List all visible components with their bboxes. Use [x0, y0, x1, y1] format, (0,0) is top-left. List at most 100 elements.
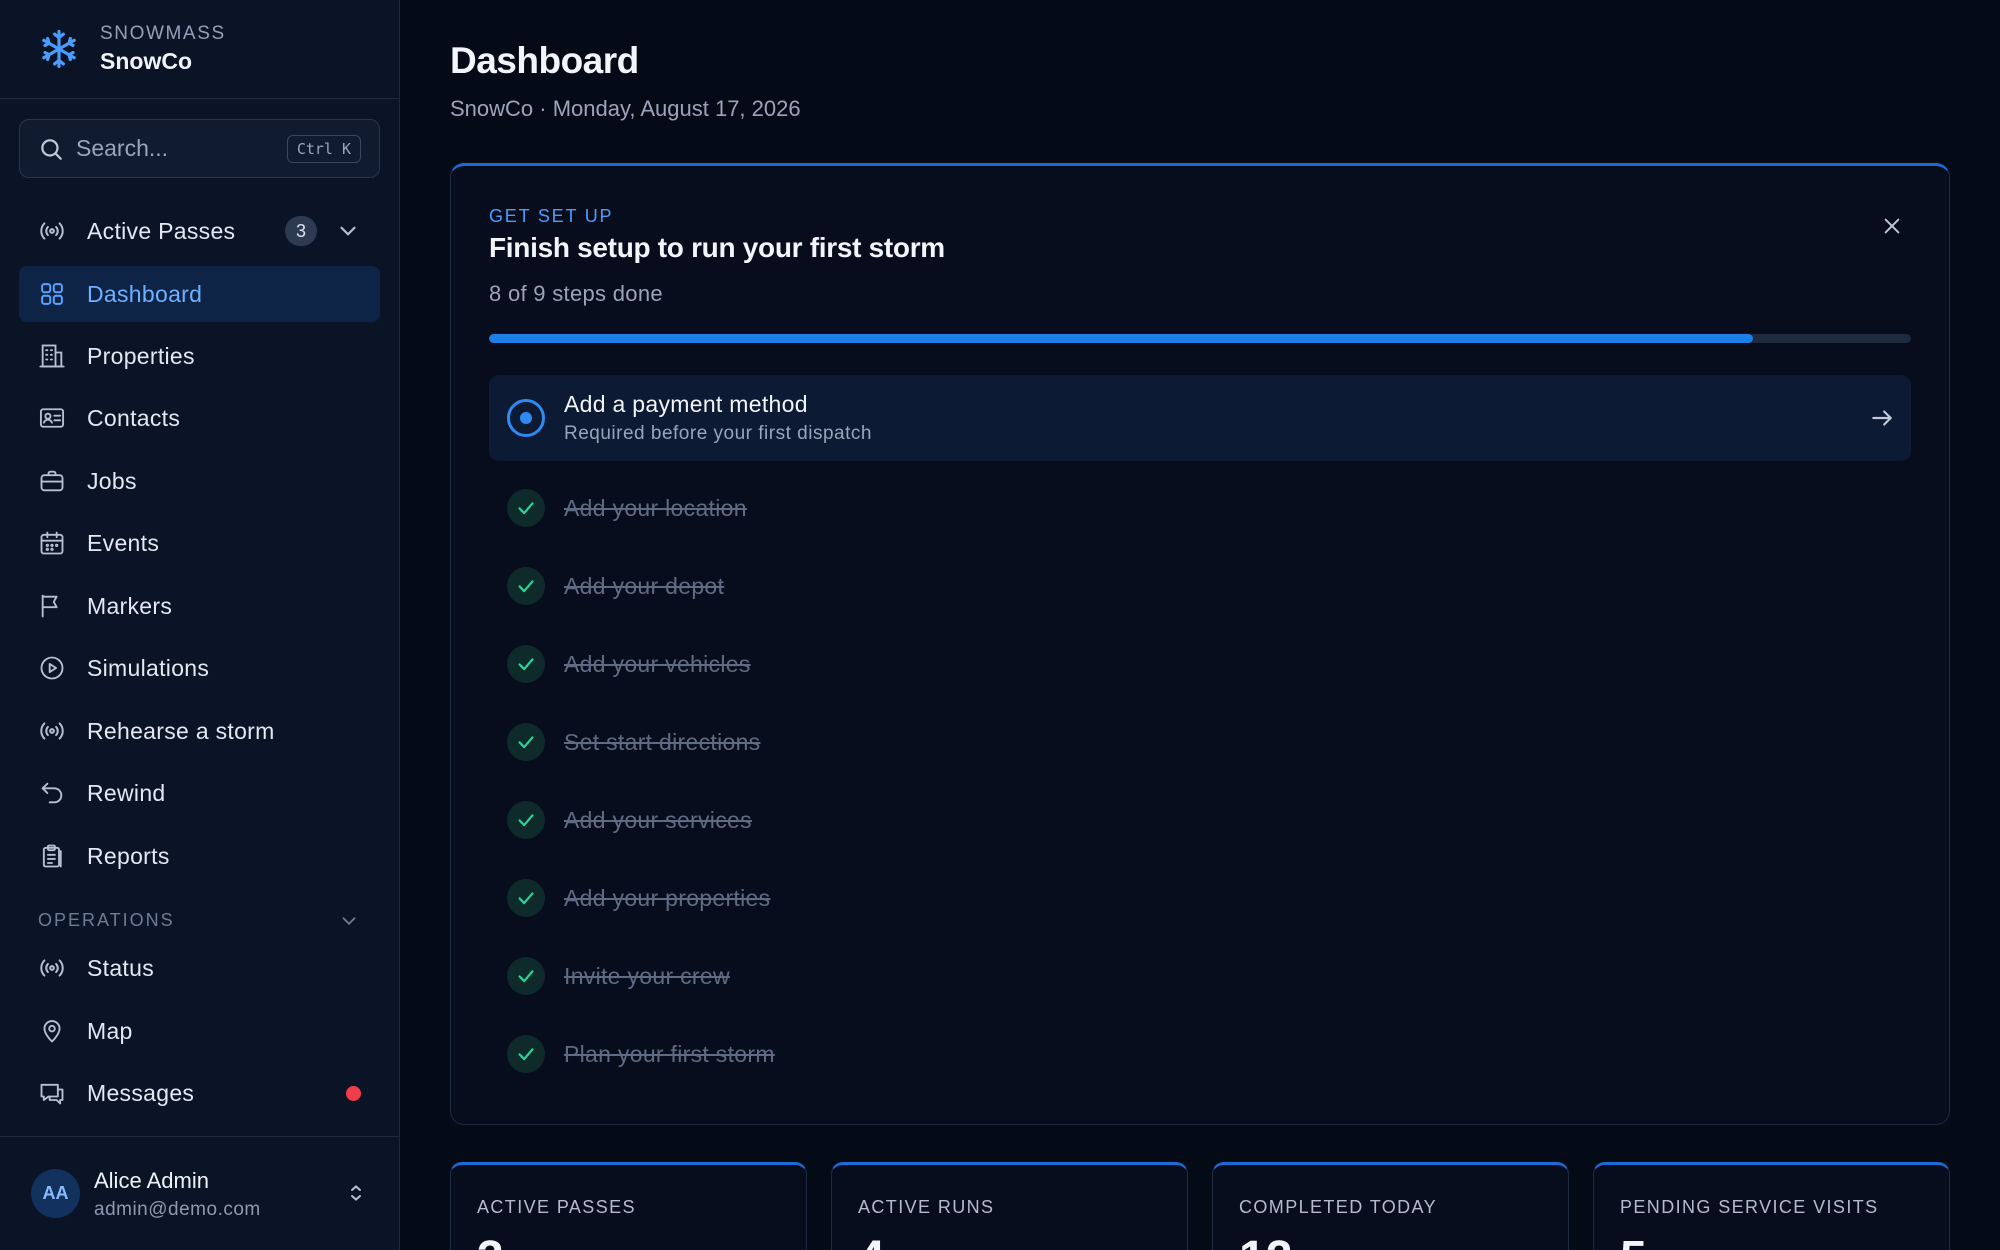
check-icon: [507, 567, 545, 605]
completed-step[interactable]: Add your services: [507, 800, 752, 840]
completed-step[interactable]: Add your properties: [507, 878, 770, 918]
sidebar-item-events[interactable]: Events: [19, 515, 380, 571]
completed-step[interactable]: Add your vehicles: [507, 644, 751, 684]
completed-step-label: Add your depot: [564, 572, 725, 599]
search-icon: [38, 136, 64, 162]
broadcast-icon: [38, 217, 66, 245]
check-icon: [507, 723, 545, 761]
chevron-down-icon[interactable]: [335, 218, 361, 244]
stat-card-pending-service-visits[interactable]: PENDING SERVICE VISITS 5: [1593, 1162, 1950, 1250]
completed-step[interactable]: Add your location: [507, 488, 747, 528]
stat-label: ACTIVE RUNS: [858, 1197, 995, 1217]
stat-value: 5: [1620, 1231, 1647, 1250]
setup-title: Finish setup to run your first storm: [489, 232, 945, 263]
sidebar-item-properties[interactable]: Properties: [19, 328, 380, 384]
setup-progress-fill: [489, 334, 1754, 343]
stat-value: 4: [858, 1231, 885, 1250]
map-pin-icon: [38, 1017, 66, 1045]
play-circle-icon: [38, 654, 66, 682]
check-icon: [507, 957, 545, 995]
completed-step-label: Plan your first storm: [564, 1040, 775, 1067]
current-step-add-payment-method[interactable]: Add a payment method Required before you…: [489, 375, 1911, 461]
chevron-up-down-icon[interactable]: [344, 1181, 368, 1205]
sidebar-item-label: Rewind: [87, 779, 166, 806]
sidebar-item-label: Contacts: [87, 404, 181, 431]
active-passes-count-badge: 3: [285, 216, 317, 246]
completed-step-label: Add your services: [564, 806, 752, 833]
stat-card-active-passes[interactable]: ACTIVE PASSES 3: [450, 1162, 807, 1250]
snowflake-logo-icon: [38, 28, 80, 70]
current-step-description: Required before your first dispatch: [564, 423, 872, 444]
user-email: admin@demo.com: [94, 1199, 261, 1220]
sidebar-item-label: Jobs: [87, 467, 137, 494]
section-label-operations: OPERATIONS: [38, 910, 175, 930]
clipboard-icon: [38, 842, 66, 870]
sidebar-item-jobs[interactable]: Jobs: [19, 453, 380, 509]
sidebar-item-map[interactable]: Map: [19, 1003, 380, 1059]
setup-eyebrow: GET SET UP: [489, 206, 614, 226]
sidebar-item-messages[interactable]: Messages: [19, 1065, 380, 1121]
check-icon: [507, 489, 545, 527]
sidebar-item-dashboard[interactable]: Dashboard: [19, 266, 380, 322]
arrow-right-icon[interactable]: [1869, 405, 1895, 431]
sidebar-item-label: Status: [87, 954, 155, 981]
page-title: Dashboard: [450, 40, 639, 81]
completed-step-label: Invite your crew: [564, 962, 730, 989]
setup-checklist-card: GET SET UP Finish setup to run your firs…: [450, 163, 1950, 1125]
stat-card-active-runs[interactable]: ACTIVE RUNS 4: [831, 1162, 1188, 1250]
stat-value: 3: [477, 1231, 504, 1250]
broadcast-icon: [38, 954, 66, 982]
sidebar-item-rehearse-a-storm[interactable]: Rehearse a storm: [19, 703, 380, 759]
broadcast-icon: [38, 717, 66, 745]
stat-card-completed-today[interactable]: COMPLETED TODAY 12: [1212, 1162, 1569, 1250]
unread-indicator-dot: [346, 1086, 361, 1101]
sidebar-item-simulations[interactable]: Simulations: [19, 640, 380, 696]
search-placeholder: Search...: [76, 135, 169, 161]
sidebar-item-label: Markers: [87, 592, 173, 619]
completed-step-label: Add your vehicles: [564, 650, 751, 677]
sidebar-item-markers[interactable]: Markers: [19, 578, 380, 634]
chevron-down-icon[interactable]: [338, 910, 360, 932]
sidebar-item-reports[interactable]: Reports: [19, 828, 380, 884]
check-icon: [507, 801, 545, 839]
brand-subtitle: SNOWMASS: [100, 23, 226, 44]
sidebar-item-label: Simulations: [87, 654, 210, 681]
check-icon: [507, 879, 545, 917]
completed-step[interactable]: Plan your first storm: [507, 1034, 775, 1074]
sidebar-item-label: Events: [87, 529, 160, 556]
building-icon: [38, 342, 66, 370]
brand-header[interactable]: SNOWMASS SnowCo: [0, 0, 399, 99]
completed-step-label: Add your properties: [564, 884, 771, 911]
completed-step[interactable]: Set start directions: [507, 722, 760, 762]
search-input[interactable]: Search... Ctrl K: [19, 119, 380, 178]
page-subtitle: SnowCo · Monday, August 17, 2026: [450, 96, 801, 121]
sidebar-item-active-passes[interactable]: Active Passes 3: [19, 203, 380, 259]
sidebar: SNOWMASS SnowCo Search... Ctrl K Active …: [0, 0, 400, 1250]
undo-icon: [38, 779, 66, 807]
stat-label: PENDING SERVICE VISITS: [1620, 1197, 1879, 1217]
sidebar-item-rewind[interactable]: Rewind: [19, 765, 380, 821]
sidebar-item-contacts[interactable]: Contacts: [19, 390, 380, 446]
sidebar-item-label: Reports: [87, 842, 170, 869]
sidebar-item-label: Messages: [87, 1079, 195, 1106]
current-step-title: Add a payment method: [564, 391, 808, 417]
user-name: Alice Admin: [94, 1168, 209, 1193]
completed-step[interactable]: Invite your crew: [507, 956, 730, 996]
check-icon: [507, 645, 545, 683]
close-icon[interactable]: [1877, 211, 1907, 241]
stat-label: ACTIVE PASSES: [477, 1197, 636, 1217]
avatar: AA: [31, 1169, 80, 1218]
sidebar-item-label: Properties: [87, 342, 195, 369]
setup-progress-bar: [489, 334, 1911, 343]
flag-icon: [38, 592, 66, 620]
setup-progress-text: 8 of 9 steps done: [489, 281, 663, 306]
calendar-icon: [38, 529, 66, 557]
user-menu[interactable]: AA Alice Admin admin@demo.com: [0, 1136, 400, 1250]
completed-step-label: Set start directions: [564, 728, 761, 755]
sidebar-item-label: Dashboard: [87, 280, 203, 307]
sidebar-item-status[interactable]: Status: [19, 940, 380, 996]
briefcase-icon: [38, 467, 66, 495]
completed-step[interactable]: Add your depot: [507, 566, 724, 606]
sidebar-item-label: Active Passes: [87, 217, 236, 244]
completed-step-label: Add your location: [564, 494, 747, 521]
